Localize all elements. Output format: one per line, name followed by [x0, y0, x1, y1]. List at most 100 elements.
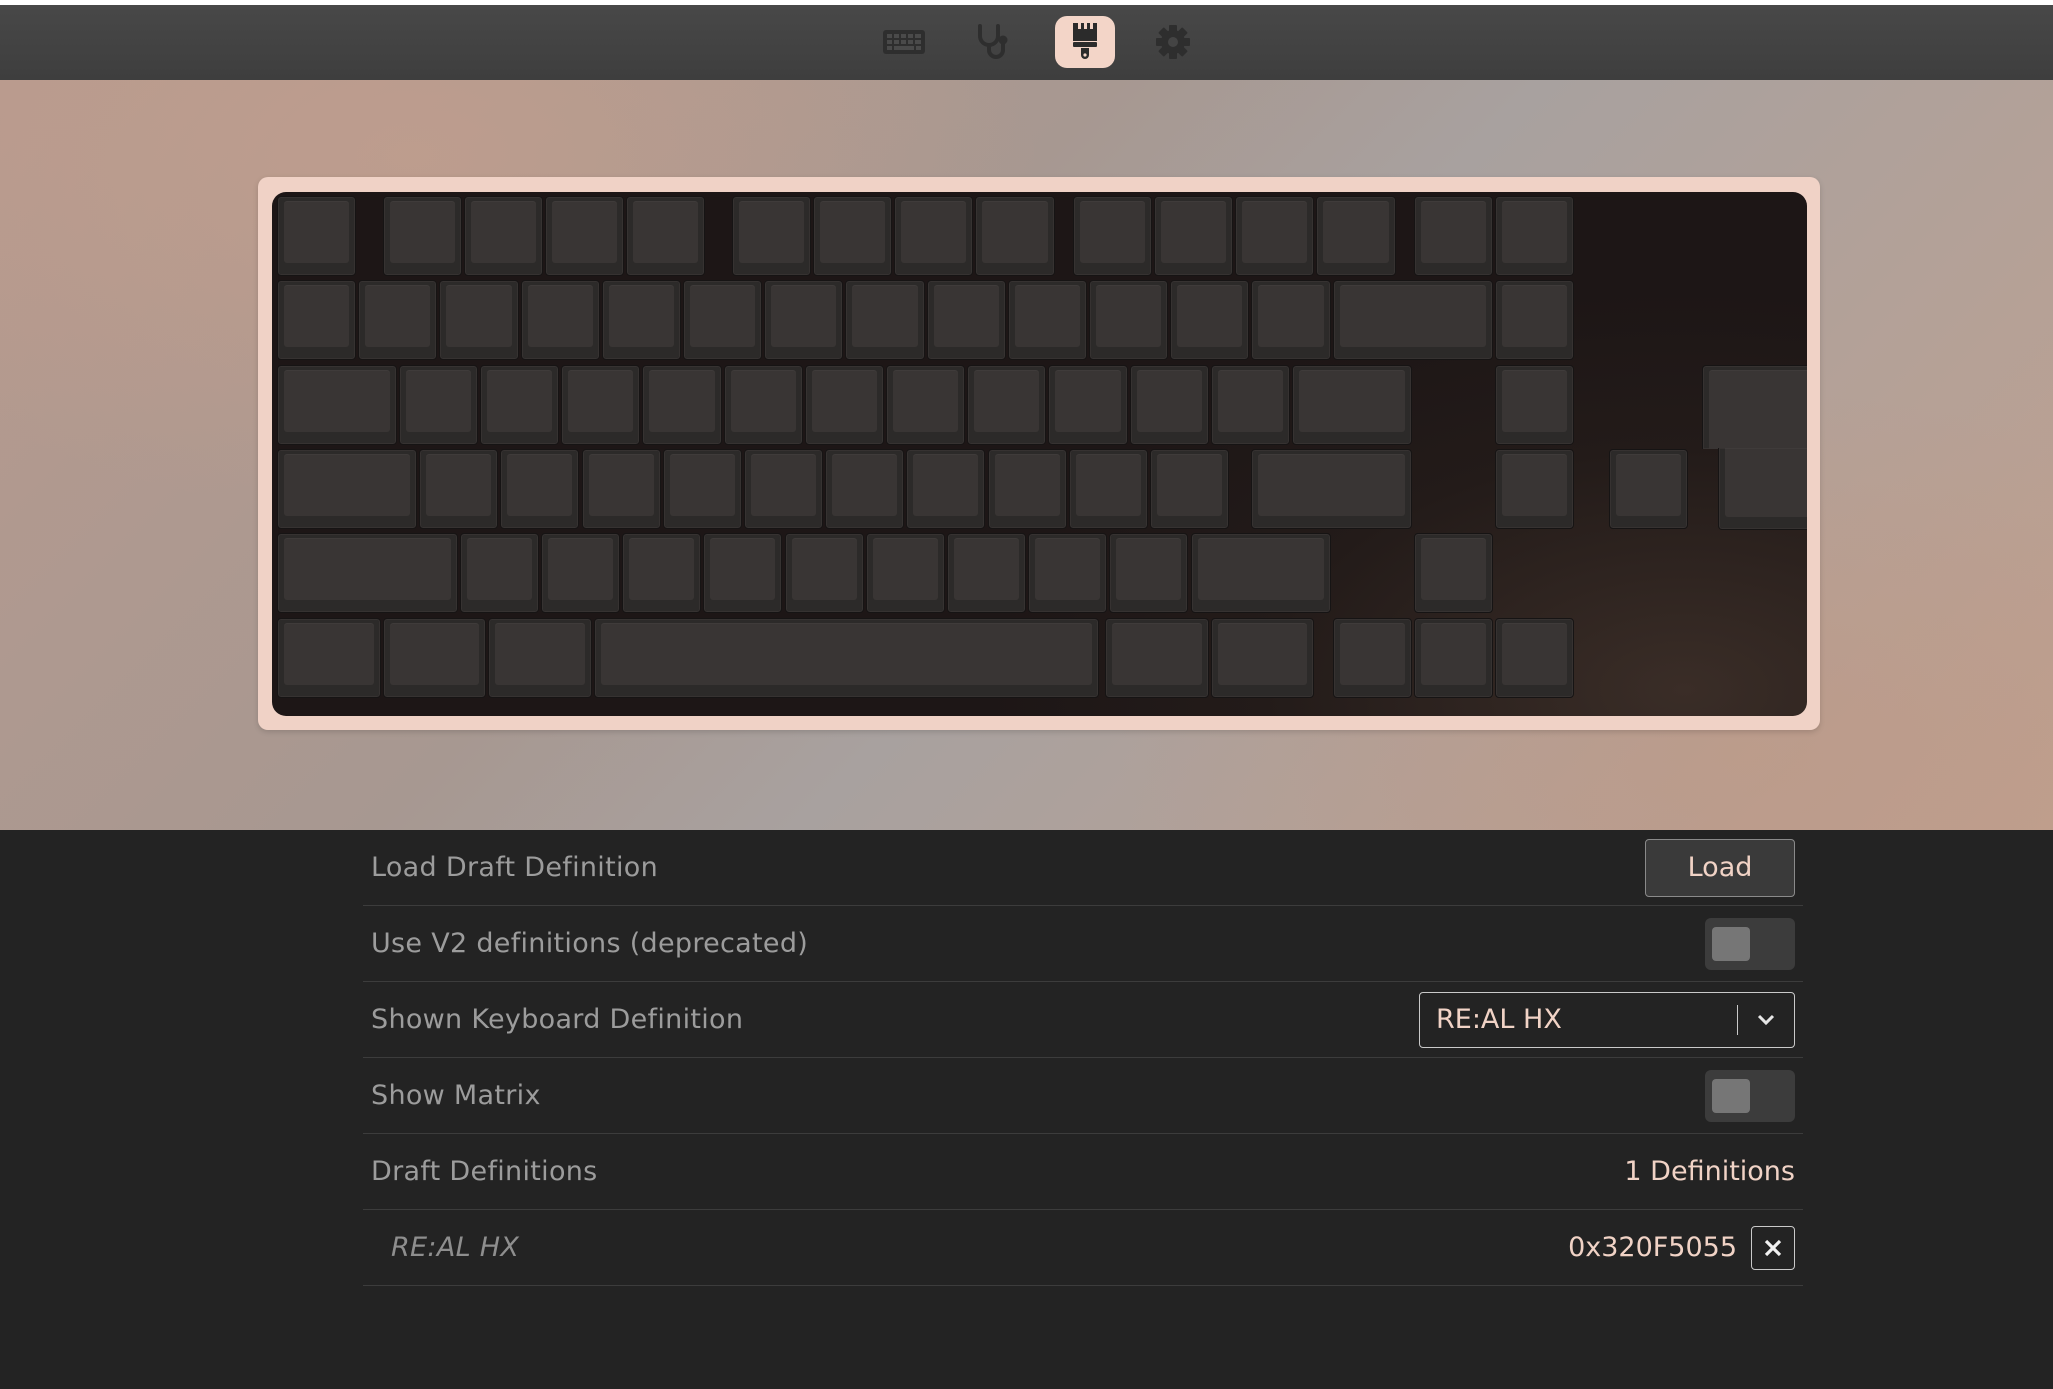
keycap[interactable]	[601, 280, 681, 360]
keycap[interactable]	[812, 196, 893, 276]
keycap[interactable]	[419, 449, 499, 529]
keycap[interactable]	[1149, 449, 1230, 529]
keycap[interactable]	[277, 449, 418, 529]
keycap[interactable]	[277, 533, 458, 613]
chevron-down-icon[interactable]	[1738, 1014, 1794, 1026]
keycap[interactable]	[1105, 618, 1209, 698]
keycap[interactable]	[825, 449, 905, 529]
keycap[interactable]	[277, 365, 397, 445]
iso-enter-keycap[interactable]	[1702, 365, 1807, 449]
definition-list-item: RE:AL HX 0x320F5055	[363, 1210, 1803, 1286]
keycap[interactable]	[1495, 196, 1575, 276]
keycap[interactable]	[703, 533, 783, 613]
keycap[interactable]	[277, 618, 381, 698]
keycap[interactable]	[544, 196, 625, 276]
keycap[interactable]	[358, 280, 438, 360]
keycap[interactable]	[1413, 533, 1493, 613]
load-button[interactable]: Load	[1645, 838, 1795, 897]
keycap[interactable]	[723, 365, 803, 445]
keycap[interactable]	[1109, 533, 1189, 613]
keycap[interactable]	[1089, 280, 1169, 360]
use-v2-label: Use V2 definitions (deprecated)	[371, 928, 809, 959]
keycap[interactable]	[1495, 365, 1575, 445]
keycap[interactable]	[1072, 196, 1152, 276]
keycap[interactable]	[1210, 618, 1315, 698]
show-matrix-label: Show Matrix	[371, 1080, 541, 1111]
keycap[interactable]	[784, 533, 864, 613]
show-matrix-toggle[interactable]	[1705, 1069, 1795, 1122]
keycap[interactable]	[845, 280, 925, 360]
keycap[interactable]	[1608, 449, 1688, 529]
keycap[interactable]	[743, 449, 824, 529]
keycap[interactable]	[480, 365, 560, 445]
keycap[interactable]	[1495, 280, 1575, 360]
keycap[interactable]	[463, 196, 543, 276]
keycap[interactable]	[520, 280, 600, 360]
keycap[interactable]	[894, 196, 974, 276]
nav-settings-button[interactable]	[1143, 16, 1203, 68]
keycap[interactable]	[1292, 365, 1412, 445]
keycap[interactable]	[1007, 280, 1087, 360]
keycap[interactable]	[1153, 196, 1234, 276]
keycap[interactable]	[683, 280, 763, 360]
keycap[interactable]	[946, 533, 1027, 613]
draft-definitions-row: Draft Definitions 1 Definitions	[363, 1134, 1803, 1210]
keycap[interactable]	[1495, 449, 1575, 529]
keycap[interactable]	[1251, 280, 1331, 360]
iso-enter-keycap-lower[interactable]	[1718, 448, 1807, 530]
keycap[interactable]	[1495, 618, 1575, 698]
keycap[interactable]	[382, 618, 487, 698]
keycap[interactable]	[277, 280, 357, 360]
keycap[interactable]	[1316, 196, 1396, 276]
load-draft-row: Load Draft Definition Load	[363, 830, 1803, 906]
top-nav-bar	[0, 5, 2053, 81]
keyboard-definition-select[interactable]: RE:AL HX	[1419, 991, 1795, 1048]
nav-test-button[interactable]	[963, 16, 1023, 68]
keycap[interactable]	[622, 533, 702, 613]
keycap[interactable]	[488, 618, 592, 698]
keycap[interactable]	[1048, 365, 1128, 445]
keycap[interactable]	[382, 196, 462, 276]
keycap[interactable]	[926, 280, 1006, 360]
keycap[interactable]	[1413, 618, 1493, 698]
nav-design-button[interactable]	[1055, 16, 1115, 68]
keycap[interactable]	[500, 449, 580, 529]
keycap[interactable]	[886, 365, 966, 445]
selected-definition: RE:AL HX	[1436, 1004, 1562, 1035]
remove-definition-button[interactable]	[1751, 1225, 1795, 1270]
keycap[interactable]	[804, 365, 884, 445]
keycap[interactable]	[439, 280, 519, 360]
keycap[interactable]	[593, 618, 1100, 698]
keycap[interactable]	[459, 533, 539, 613]
keycap[interactable]	[561, 365, 641, 445]
keycap[interactable]	[906, 449, 986, 529]
keycap[interactable]	[540, 533, 621, 613]
keycap[interactable]	[1235, 196, 1315, 276]
keycap[interactable]	[626, 196, 706, 276]
keycap[interactable]	[1332, 280, 1493, 360]
keycap[interactable]	[731, 196, 811, 276]
keycap[interactable]	[642, 365, 722, 445]
keycap[interactable]	[975, 196, 1055, 276]
keycap[interactable]	[1129, 365, 1209, 445]
keycap[interactable]	[1028, 533, 1108, 613]
use-v2-toggle[interactable]	[1705, 917, 1795, 970]
keycap[interactable]	[581, 449, 661, 529]
keycap[interactable]	[987, 449, 1067, 529]
keycap[interactable]	[865, 533, 945, 613]
keycap[interactable]	[1190, 533, 1331, 613]
keycap[interactable]	[662, 449, 742, 529]
keycap[interactable]	[1170, 280, 1250, 360]
keycap[interactable]	[398, 365, 478, 445]
keycap[interactable]	[277, 196, 357, 276]
keycap[interactable]	[764, 280, 844, 360]
keycap[interactable]	[967, 365, 1047, 445]
keycap[interactable]	[1413, 196, 1493, 276]
keycap[interactable]	[1251, 449, 1412, 529]
keycap[interactable]	[1068, 449, 1148, 529]
keycap[interactable]	[1332, 618, 1412, 698]
keycap[interactable]	[1210, 365, 1290, 445]
definitions-count: 1 Definitions	[1624, 1156, 1795, 1187]
gear-icon	[1156, 25, 1190, 59]
nav-configure-button[interactable]	[874, 16, 934, 68]
